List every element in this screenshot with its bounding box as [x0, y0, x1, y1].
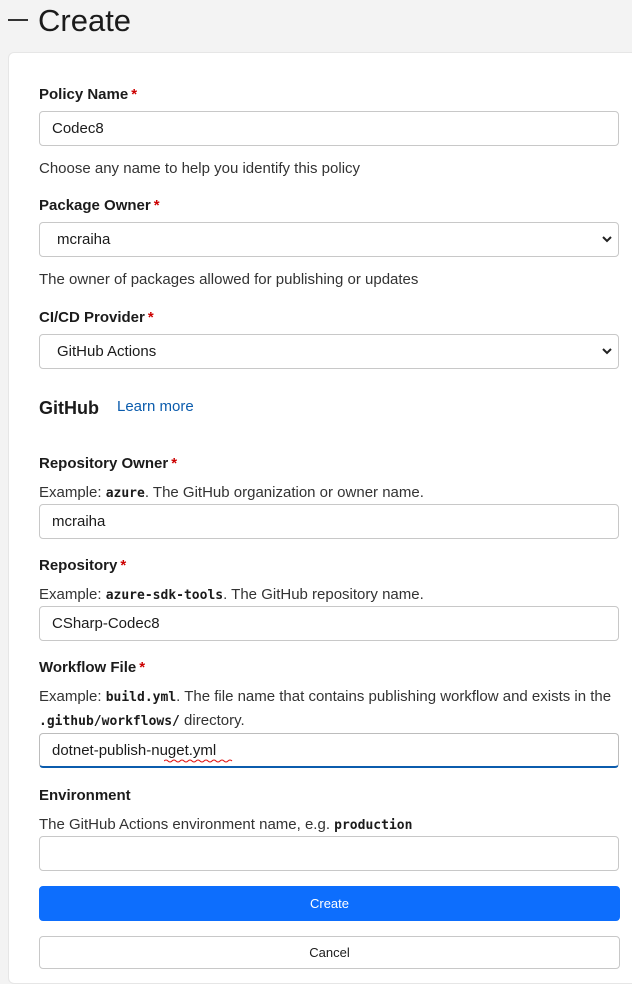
- repository-label: Repository *: [39, 557, 127, 574]
- package-owner-help: The owner of packages allowed for publis…: [39, 271, 419, 288]
- policy-name-label: Policy Name *: [39, 86, 138, 103]
- cicd-provider-label: CI/CD Provider *: [39, 309, 154, 326]
- environment-label: Environment: [39, 787, 131, 804]
- package-owner-label: Package Owner *: [39, 197, 160, 214]
- spellcheck-underline: [164, 759, 233, 763]
- collapse-icon[interactable]: [8, 19, 28, 21]
- github-section-title: GitHub: [39, 398, 99, 418]
- repository-owner-input[interactable]: [39, 504, 619, 539]
- required-mark: *: [120, 557, 127, 574]
- page-title: Create: [38, 3, 132, 38]
- required-mark: *: [171, 455, 178, 472]
- create-button[interactable]: Create: [39, 886, 620, 921]
- learn-more-link[interactable]: Learn more: [117, 398, 194, 415]
- policy-name-help: Choose any name to help you identify thi…: [39, 160, 361, 177]
- package-owner-select[interactable]: mcraiha: [39, 222, 619, 257]
- workflow-file-label: Workflow File *: [39, 659, 146, 676]
- cancel-button[interactable]: Cancel: [39, 936, 620, 969]
- workflow-file-input[interactable]: [39, 733, 619, 768]
- chevron-down-icon: [602, 236, 612, 243]
- environment-help: The GitHub Actions environment name, e.g…: [39, 816, 413, 833]
- repository-input[interactable]: [39, 606, 619, 641]
- chevron-down-icon: [602, 348, 612, 355]
- policy-name-input[interactable]: [39, 111, 619, 146]
- required-mark: *: [153, 197, 160, 214]
- required-mark: *: [147, 309, 154, 326]
- cicd-provider-value: GitHub Actions: [57, 343, 157, 360]
- environment-input[interactable]: [39, 836, 619, 871]
- page-header: Create: [0, 0, 632, 48]
- repository-owner-help: Example: azure. The GitHub organization …: [39, 484, 424, 501]
- workflow-file-help: Example: build.yml. The file name that c…: [39, 688, 612, 729]
- required-mark: *: [131, 86, 138, 103]
- required-mark: *: [139, 659, 146, 676]
- cicd-provider-select[interactable]: GitHub Actions: [39, 334, 619, 369]
- repository-owner-label: Repository Owner *: [39, 455, 178, 472]
- repository-help: Example: azure-sdk-tools. The GitHub rep…: [39, 586, 424, 603]
- package-owner-value: mcraiha: [57, 231, 111, 248]
